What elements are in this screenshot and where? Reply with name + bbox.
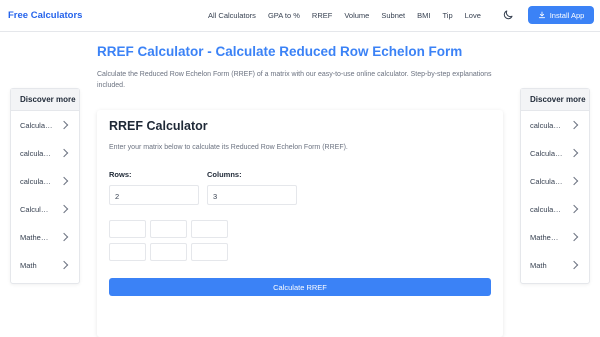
discover-item-label: calcula… [530, 120, 561, 130]
discover-item-label: calcula… [20, 176, 51, 186]
nav-love[interactable]: Love [465, 11, 481, 20]
discover-item[interactable]: calcula… [11, 139, 79, 167]
discover-item-label: Math [20, 260, 37, 270]
main-nav: All Calculators GPA to % RREF Volume Sub… [208, 11, 481, 20]
columns-input[interactable]: 3 [207, 185, 297, 205]
discover-item[interactable]: Math [11, 251, 79, 279]
discover-item[interactable]: Calcula… [521, 139, 589, 167]
discover-item[interactable]: Calcul… [11, 195, 79, 223]
calculate-rref-button[interactable]: Calculate RREF [109, 278, 491, 296]
discover-heading: Discover more [11, 89, 79, 111]
rows-label: Rows: [109, 170, 132, 179]
chevron-right-icon [569, 120, 579, 130]
nav-gpa[interactable]: GPA to % [268, 11, 300, 20]
discover-item[interactable]: Calcula… [521, 167, 589, 195]
nav-volume[interactable]: Volume [344, 11, 369, 20]
discover-item-label: Calcula… [530, 148, 563, 158]
nav-all-calculators[interactable]: All Calculators [208, 11, 256, 20]
install-app-label: Install App [549, 10, 585, 20]
page-description: Calculate the Reduced Row Echelon Form (… [97, 71, 492, 89]
discover-item[interactable]: Math [521, 251, 589, 279]
discover-item-label: Calcul… [20, 204, 49, 214]
discover-item[interactable]: Calcula… [11, 111, 79, 139]
discover-item[interactable]: Mathe… [11, 223, 79, 251]
matrix-cell-r1c2[interactable] [150, 220, 187, 238]
discover-heading: Discover more [521, 89, 589, 111]
install-app-button[interactable]: Install App [528, 6, 594, 24]
discover-item-label: calcula… [530, 204, 561, 214]
discover-item[interactable]: calcula… [521, 195, 589, 223]
chevron-right-icon [569, 204, 579, 214]
nav-tip[interactable]: Tip [442, 11, 452, 20]
matrix-cell-r1c3[interactable] [191, 220, 228, 238]
matrix-cell-r1c1[interactable] [109, 220, 146, 238]
matrix-cell-r2c3[interactable] [191, 243, 228, 261]
chevron-right-icon [569, 176, 579, 186]
chevron-right-icon [59, 204, 69, 214]
chevron-right-icon [569, 148, 579, 158]
columns-label: Columns: [207, 170, 242, 179]
discover-item-label: calcula… [20, 148, 51, 158]
discover-item-label: Calcula… [530, 176, 563, 186]
chevron-right-icon [569, 232, 579, 242]
nav-bmi[interactable]: BMI [417, 11, 430, 20]
chevron-right-icon [59, 260, 69, 270]
nav-subnet[interactable]: Subnet [381, 11, 405, 20]
chevron-right-icon [59, 176, 69, 186]
right-discover-panel: Discover more calcula… Calcula… Calcula…… [520, 88, 590, 284]
discover-item-label: Math [530, 260, 547, 270]
rref-calculator-card: RREF Calculator Enter your matrix below … [97, 110, 503, 337]
nav-rref[interactable]: RREF [312, 11, 332, 20]
left-discover-panel: Discover more Calcula… calcula… calcula…… [10, 88, 80, 284]
discover-item[interactable]: calcula… [521, 111, 589, 139]
chevron-right-icon [59, 120, 69, 130]
matrix-cell-r2c1[interactable] [109, 243, 146, 261]
chevron-right-icon [59, 148, 69, 158]
download-icon [538, 11, 545, 19]
top-header: Free Calculators All Calculators GPA to … [0, 0, 600, 32]
discover-item-label: Calcula… [20, 120, 53, 130]
moon-icon[interactable] [502, 9, 514, 21]
chevron-right-icon [59, 232, 69, 242]
discover-item[interactable]: calcula… [11, 167, 79, 195]
discover-item-label: Mathe… [20, 232, 49, 242]
matrix-cell-r2c2[interactable] [150, 243, 187, 261]
rows-input[interactable]: 2 [109, 185, 199, 205]
discover-item-label: Mathe… [530, 232, 559, 242]
page-title: RREF Calculator - Calculate Reduced Row … [97, 44, 463, 59]
calculator-description: Enter your matrix below to calculate its… [109, 144, 348, 151]
chevron-right-icon [569, 260, 579, 270]
discover-item[interactable]: Mathe… [521, 223, 589, 251]
brand-logo[interactable]: Free Calculators [8, 10, 82, 21]
calculator-title: RREF Calculator [109, 119, 208, 133]
